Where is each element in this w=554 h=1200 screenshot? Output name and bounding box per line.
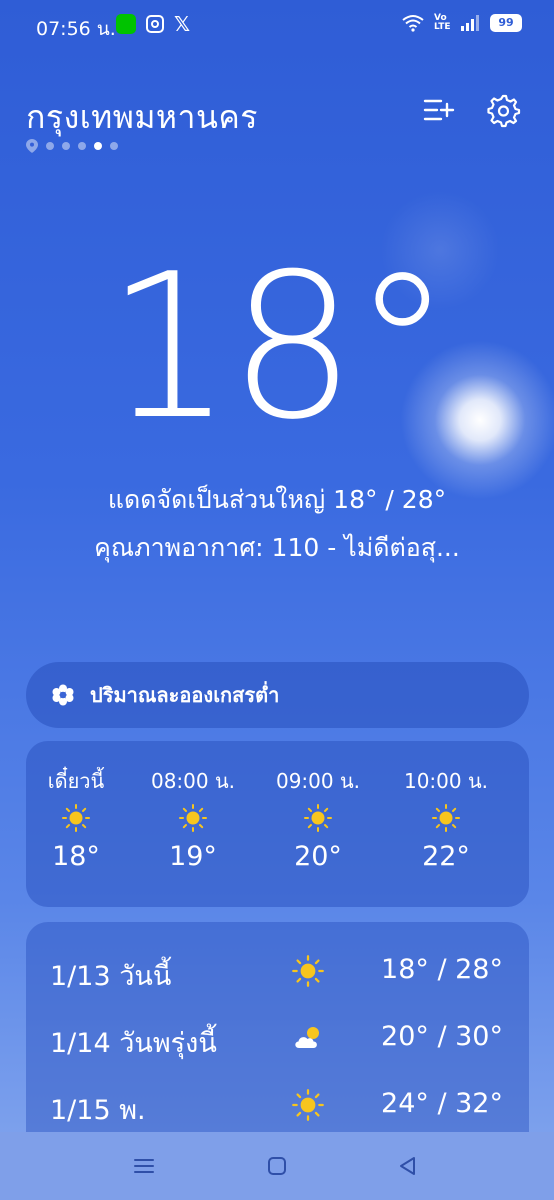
hourly-temp: 20° [294,841,342,872]
battery-icon: 99 [490,14,522,32]
wifi-icon [402,15,424,32]
page-dot [78,142,86,150]
air-quality-summary[interactable]: คุณภาพอากาศ: 110 - ไม่ดีต่อสุ... [0,528,554,568]
daily-date: 1/13 วันนี้ [50,961,172,992]
hourly-item: เดี๋ยวนี้ 18° [21,765,131,872]
page-dot [110,142,118,150]
hourly-temp: 22° [422,841,470,872]
sun-icon [179,804,207,832]
hourly-time: 09:00 น. [275,769,361,793]
sun-icon [432,804,460,832]
settings-gear-icon[interactable] [485,92,521,128]
sun-icon [292,955,324,987]
daily-row[interactable]: 1/13 วันนี้ 18° / 28° [26,944,529,1004]
daily-temp-range: 18° / 28° [381,954,503,985]
daily-row[interactable]: 1/14 วันพรุ่งนี้ 20° / 30° [26,1011,529,1071]
hourly-temp: 18° [52,841,100,872]
hourly-time: เดี๋ยวนี้ [47,769,105,793]
daily-row[interactable]: 1/15 พ. 24° / 32° [26,1078,529,1132]
daily-date: 1/15 พ. [50,1095,146,1126]
hourly-temp: 19° [169,841,217,872]
volte-icon: Vo LTE [434,13,451,32]
system-nav-bar [0,1132,554,1200]
x-app-icon: 𝕏 [174,12,191,36]
current-temperature: 18° [105,231,453,464]
back-icon[interactable] [396,1154,420,1178]
status-bar: 07:56 น. 𝕏 Vo LTE 99 [0,0,554,52]
hourly-item: 10:00 น. 22° [391,765,501,872]
partly-cloudy-icon [295,1027,319,1048]
daily-date: 1/14 วันพรุ่งนี้ [50,1028,217,1059]
page-dot-active [94,142,102,150]
condition-summary: แดดจัดเป็นส่วนใหญ่ 18° / 28° [107,485,447,514]
location-pin-icon [26,139,38,153]
hourly-time: 10:00 น. [403,769,489,793]
notification-icons: 𝕏 [116,14,190,34]
sun-icon [292,1089,324,1121]
instagram-icon [146,15,164,33]
hourly-item: 08:00 น. 19° [138,765,248,872]
home-icon[interactable] [265,1154,289,1178]
pollen-icon [52,684,74,706]
page-indicator [26,139,118,153]
status-time: 07:56 น. [36,18,116,40]
city-name[interactable]: กรุงเทพมหานคร [26,92,258,143]
daily-temp-range: 20° / 30° [381,1021,503,1052]
system-icons: Vo LTE 99 [402,14,522,32]
daily-forecast[interactable]: 1/13 วันนี้ 18° / 28° 1/14 วันพรุ่งนี้ 2… [26,922,529,1132]
signal-icon [461,15,479,31]
daily-temp-range: 24° / 32° [381,1088,503,1119]
page-dot [46,142,54,150]
manage-cities-button[interactable] [420,92,456,128]
pollen-alert-text: ปริมาณละอองเกสรต่ำ [90,683,280,707]
line-app-icon [116,14,136,34]
hourly-time: 08:00 น. [150,769,236,793]
sun-icon [62,804,90,832]
hourly-forecast[interactable]: เดี๋ยวนี้ 18° 08:00 น. 19° 09:00 น. 20° … [26,741,529,907]
sun-icon [304,804,332,832]
hourly-item: 09:00 น. 20° [263,765,373,872]
recent-apps-icon[interactable] [132,1154,156,1178]
page-dot [62,142,70,150]
pollen-alert[interactable]: ปริมาณละอองเกสรต่ำ [26,662,529,728]
